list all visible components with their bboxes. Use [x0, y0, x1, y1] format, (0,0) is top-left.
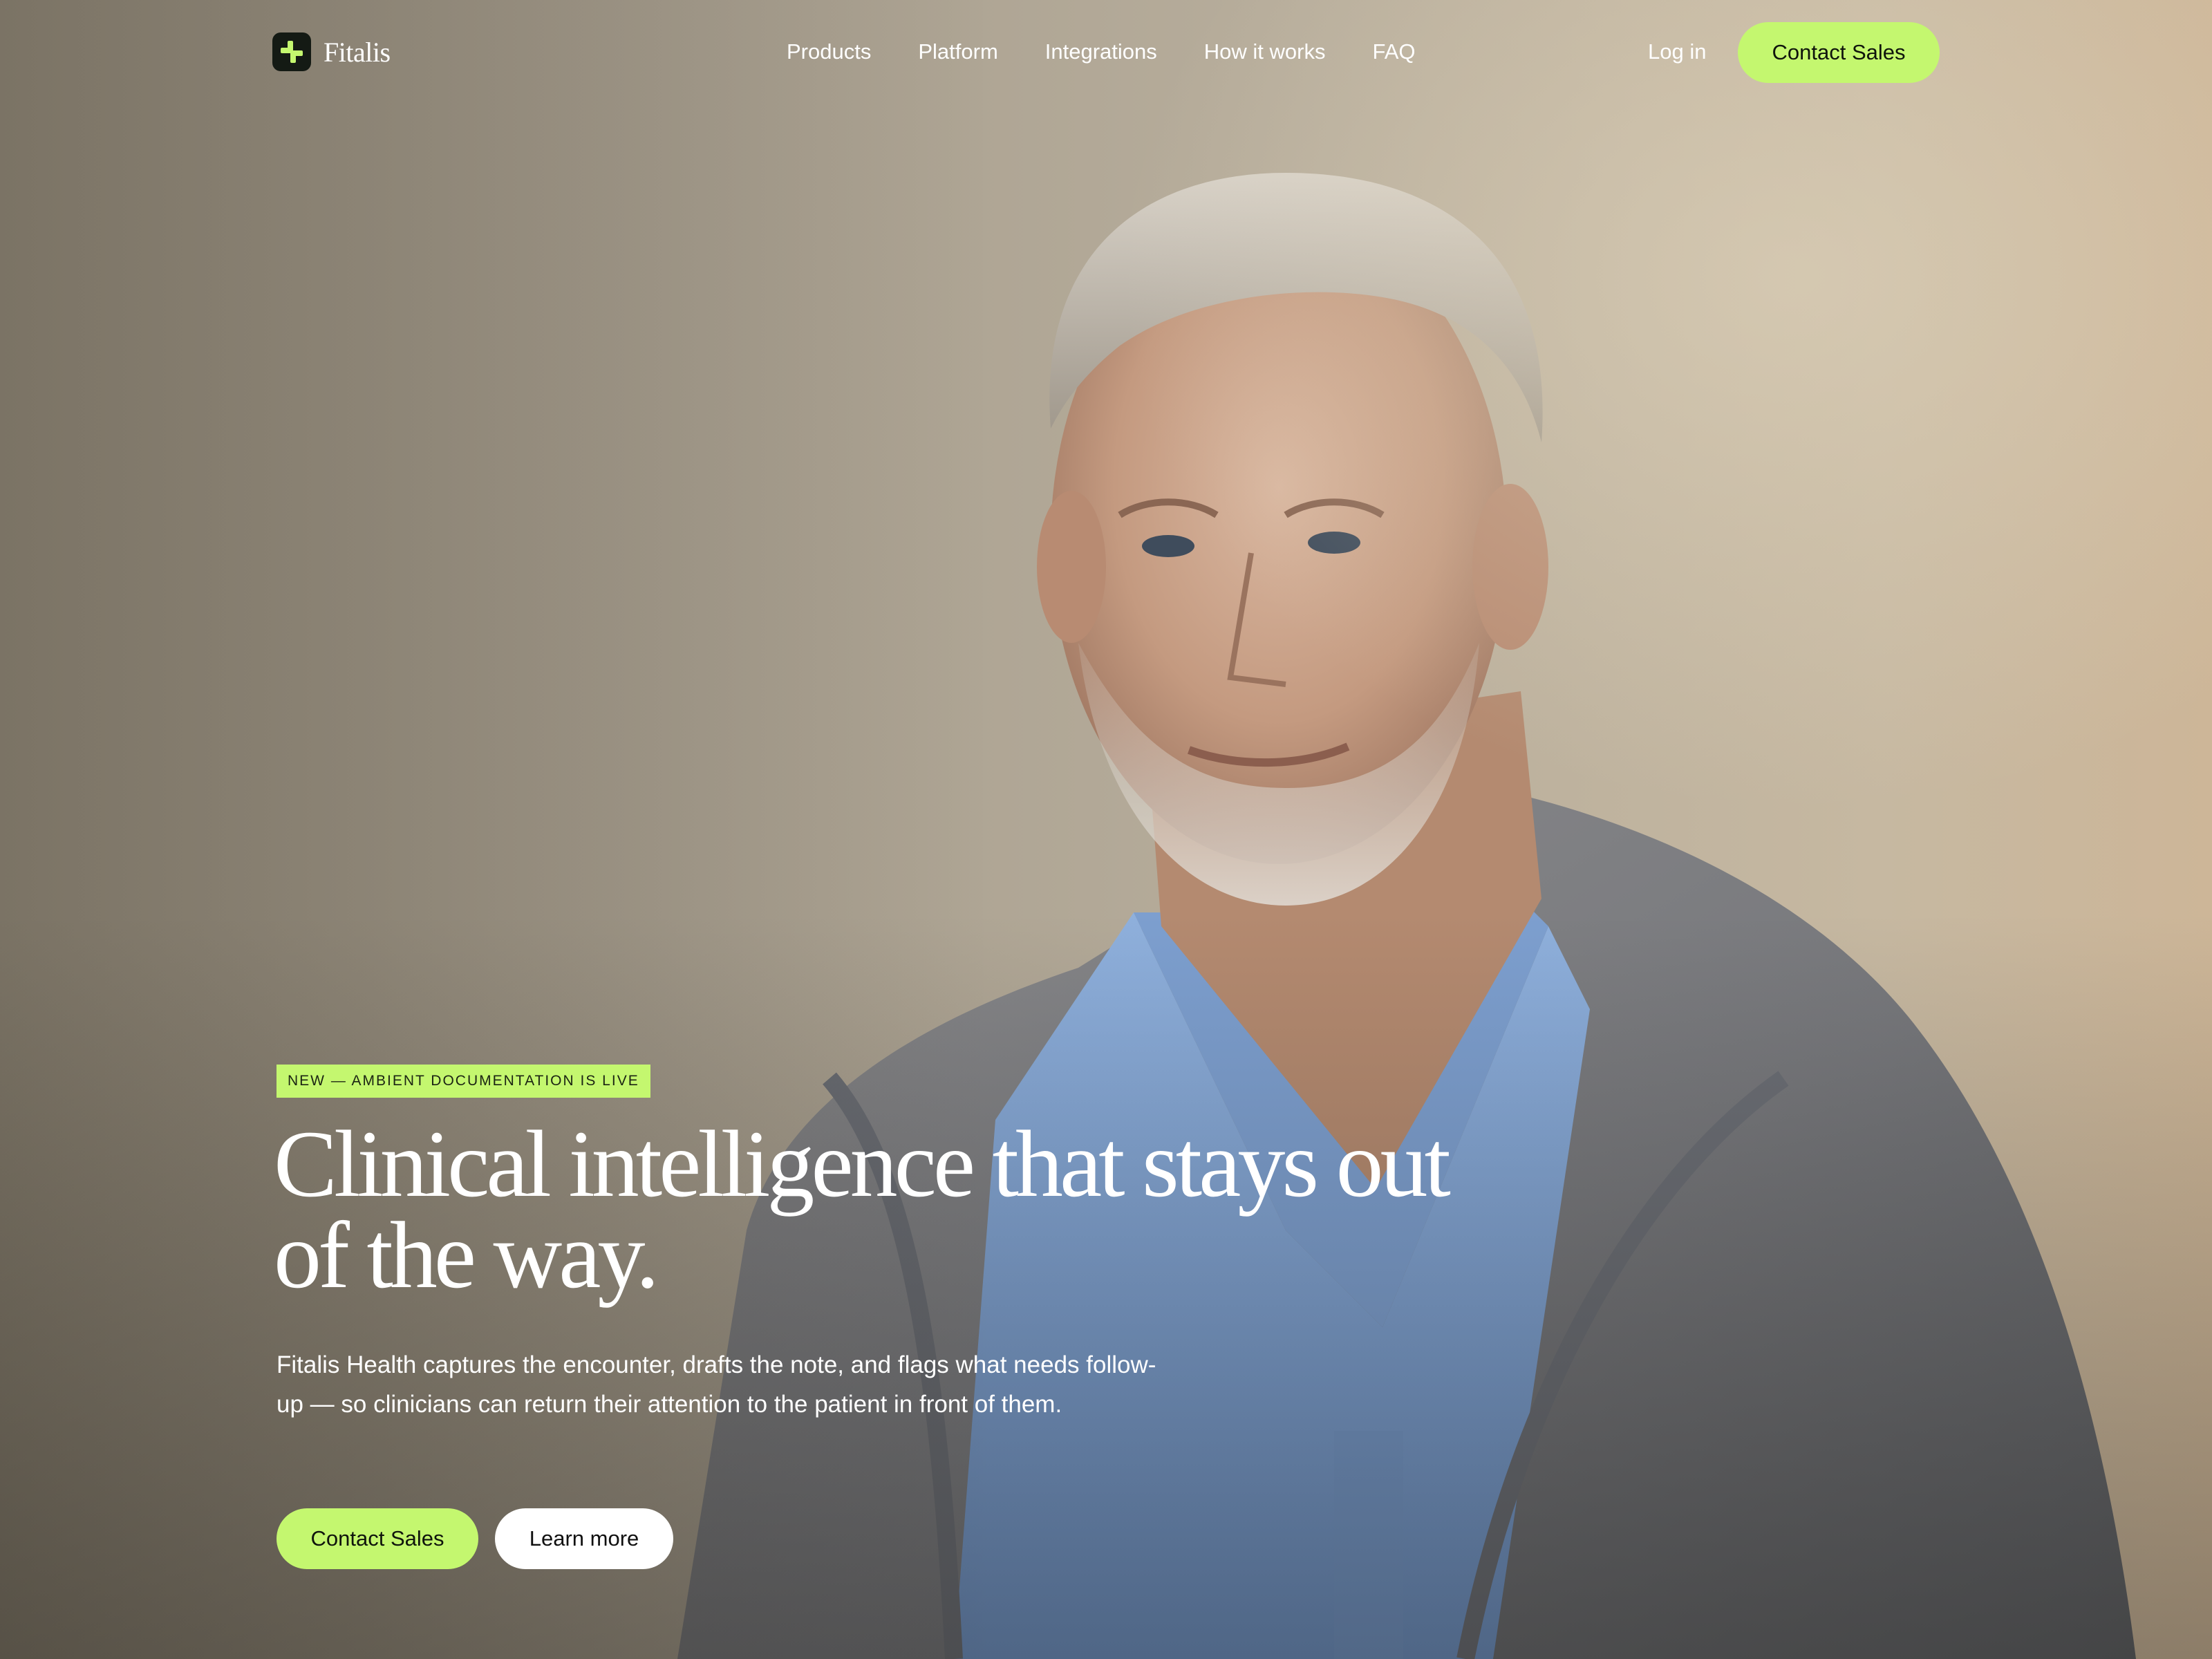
nav-link-faq[interactable]: FAQ — [1372, 36, 1415, 68]
hero-headline: Clinical intelligence that stays out of … — [274, 1111, 1451, 1308]
hero-contact-sales-button[interactable]: Contact Sales — [276, 1508, 478, 1569]
nav-link-products[interactable]: Products — [787, 36, 871, 68]
top-navigation: Fitalis Products Platform Integrations H… — [0, 0, 2212, 104]
logo-mark-icon — [272, 32, 311, 71]
brand-name: Fitalis — [324, 36, 391, 68]
nav-contact-sales-button[interactable]: Contact Sales — [1738, 22, 1940, 83]
nav-link-platform[interactable]: Platform — [918, 36, 997, 68]
learn-more-button[interactable]: Learn more — [495, 1508, 673, 1569]
hero-section: Fitalis Products Platform Integrations H… — [0, 0, 2212, 1659]
brand-logo[interactable]: Fitalis — [272, 32, 391, 72]
login-link[interactable]: Log in — [1648, 36, 1706, 68]
nav-link-how-it-works[interactable]: How it works — [1204, 36, 1326, 68]
hero-subheadline: Fitalis Health captures the encounter, d… — [276, 1351, 1156, 1418]
nav-link-integrations[interactable]: Integrations — [1045, 36, 1157, 68]
announcement-badge: NEW — AMBIENT DOCUMENTATION IS LIVE — [276, 1065, 650, 1098]
nav-links: Products Platform Integrations How it wo… — [787, 36, 1415, 68]
